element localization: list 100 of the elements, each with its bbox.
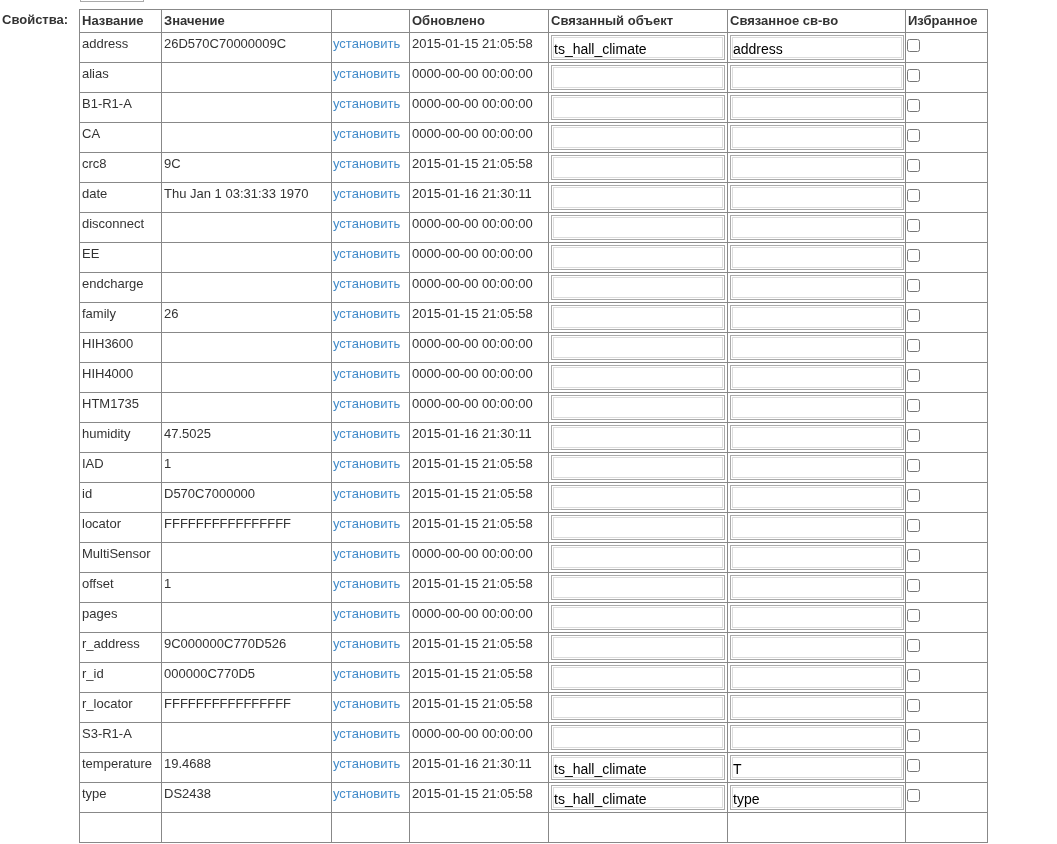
table-cell: crc8 xyxy=(79,152,162,183)
column-header: Значение xyxy=(161,9,332,33)
table-cell: S3-R1-A xyxy=(79,722,162,753)
input-field[interactable] xyxy=(730,245,904,270)
checkbox[interactable] xyxy=(907,399,920,412)
table-cell: 0000-00-00 00:00:00 xyxy=(409,542,549,573)
table-cell: EE xyxy=(79,242,162,273)
input-field[interactable] xyxy=(730,305,904,330)
checkbox[interactable] xyxy=(907,609,920,622)
input-field[interactable] xyxy=(551,695,725,720)
input-field[interactable] xyxy=(551,155,725,180)
table-cell: 0000-00-00 00:00:00 xyxy=(409,272,549,303)
checkbox[interactable] xyxy=(907,489,920,502)
input-field[interactable] xyxy=(730,95,904,120)
table-cell: 26 xyxy=(161,302,332,333)
input-field[interactable] xyxy=(730,455,904,480)
checkbox[interactable] xyxy=(907,729,920,742)
input-field[interactable] xyxy=(730,485,904,510)
table-cell: 2015-01-16 21:30:11 xyxy=(409,752,549,783)
input-field[interactable] xyxy=(730,395,904,420)
input-field[interactable] xyxy=(730,725,904,750)
checkbox[interactable] xyxy=(907,369,920,382)
input-field[interactable] xyxy=(730,155,904,180)
checkbox[interactable] xyxy=(907,189,920,202)
input-field[interactable] xyxy=(730,215,904,240)
checkbox[interactable] xyxy=(907,159,920,172)
input-field[interactable] xyxy=(730,65,904,90)
input-field[interactable] xyxy=(730,275,904,300)
input-field[interactable] xyxy=(730,575,904,600)
input-field[interactable] xyxy=(551,215,725,240)
input-field[interactable] xyxy=(551,725,725,750)
checkbox[interactable] xyxy=(907,669,920,682)
checkbox[interactable] xyxy=(907,39,920,52)
checkbox[interactable] xyxy=(907,579,920,592)
column-header: Связанный объект xyxy=(548,9,728,33)
input-field[interactable] xyxy=(551,245,725,270)
table-cell: 0000-00-00 00:00:00 xyxy=(409,332,549,363)
input-field[interactable] xyxy=(551,125,725,150)
input-field[interactable] xyxy=(551,65,725,90)
input-field[interactable] xyxy=(551,545,725,570)
input-field[interactable]: address xyxy=(730,35,904,60)
input-field[interactable] xyxy=(551,95,725,120)
input-field[interactable] xyxy=(551,365,725,390)
input-field[interactable] xyxy=(730,635,904,660)
input-field[interactable] xyxy=(551,635,725,660)
table-cell: 0000-00-00 00:00:00 xyxy=(409,602,549,633)
checkbox[interactable] xyxy=(907,69,920,82)
input-field[interactable] xyxy=(730,545,904,570)
input-field[interactable] xyxy=(730,125,904,150)
checkbox[interactable] xyxy=(907,249,920,262)
checkbox[interactable] xyxy=(907,789,920,802)
input-field[interactable]: T xyxy=(730,755,904,780)
input-field[interactable] xyxy=(730,185,904,210)
input-field[interactable] xyxy=(551,185,725,210)
input-field[interactable]: ts_hall_climate xyxy=(551,755,725,780)
input-field[interactable] xyxy=(551,425,725,450)
checkbox[interactable] xyxy=(907,639,920,652)
table-cell: 47.5025 xyxy=(161,422,332,453)
input-field[interactable]: type xyxy=(730,785,904,810)
input-field[interactable] xyxy=(730,695,904,720)
input-field[interactable] xyxy=(551,575,725,600)
input-field[interactable] xyxy=(551,335,725,360)
table-cell: 9C xyxy=(161,152,332,183)
input-field[interactable] xyxy=(730,365,904,390)
input-field[interactable]: ts_hall_climate xyxy=(551,785,725,810)
table-cell: 0000-00-00 00:00:00 xyxy=(409,362,549,393)
checkbox[interactable] xyxy=(907,459,920,472)
checkbox[interactable] xyxy=(907,279,920,292)
checkbox[interactable] xyxy=(907,129,920,142)
input-field[interactable] xyxy=(551,305,725,330)
checkbox[interactable] xyxy=(907,699,920,712)
table-cell: type xyxy=(79,782,162,813)
checkbox[interactable] xyxy=(907,549,920,562)
input-field[interactable] xyxy=(730,515,904,540)
input-field[interactable] xyxy=(730,425,904,450)
checkbox[interactable] xyxy=(907,759,920,772)
column-header: Связанное св-во xyxy=(727,9,906,33)
input-field[interactable] xyxy=(551,485,725,510)
input-field[interactable] xyxy=(551,515,725,540)
input-field[interactable] xyxy=(730,335,904,360)
checkbox[interactable] xyxy=(907,99,920,112)
table-cell: offset xyxy=(79,572,162,603)
input-field[interactable] xyxy=(730,605,904,630)
input-field[interactable] xyxy=(730,665,904,690)
input-field[interactable]: ts_hall_climate xyxy=(551,35,725,60)
checkbox[interactable] xyxy=(907,339,920,352)
input-field[interactable] xyxy=(551,275,725,300)
checkbox[interactable] xyxy=(907,309,920,322)
checkbox[interactable] xyxy=(907,429,920,442)
input-field[interactable] xyxy=(551,665,725,690)
checkbox[interactable] xyxy=(907,219,920,232)
input-field[interactable] xyxy=(551,455,725,480)
table-cell: 0000-00-00 00:00:00 xyxy=(409,122,549,153)
input-field[interactable] xyxy=(551,395,725,420)
table-cell: 2015-01-15 21:05:58 xyxy=(409,482,549,513)
input-field[interactable] xyxy=(551,605,725,630)
table-cell: HTM1735 xyxy=(79,392,162,423)
table-cell: address xyxy=(79,32,162,63)
table-cell: Thu Jan 1 03:31:33 1970 xyxy=(161,182,332,213)
checkbox[interactable] xyxy=(907,519,920,532)
